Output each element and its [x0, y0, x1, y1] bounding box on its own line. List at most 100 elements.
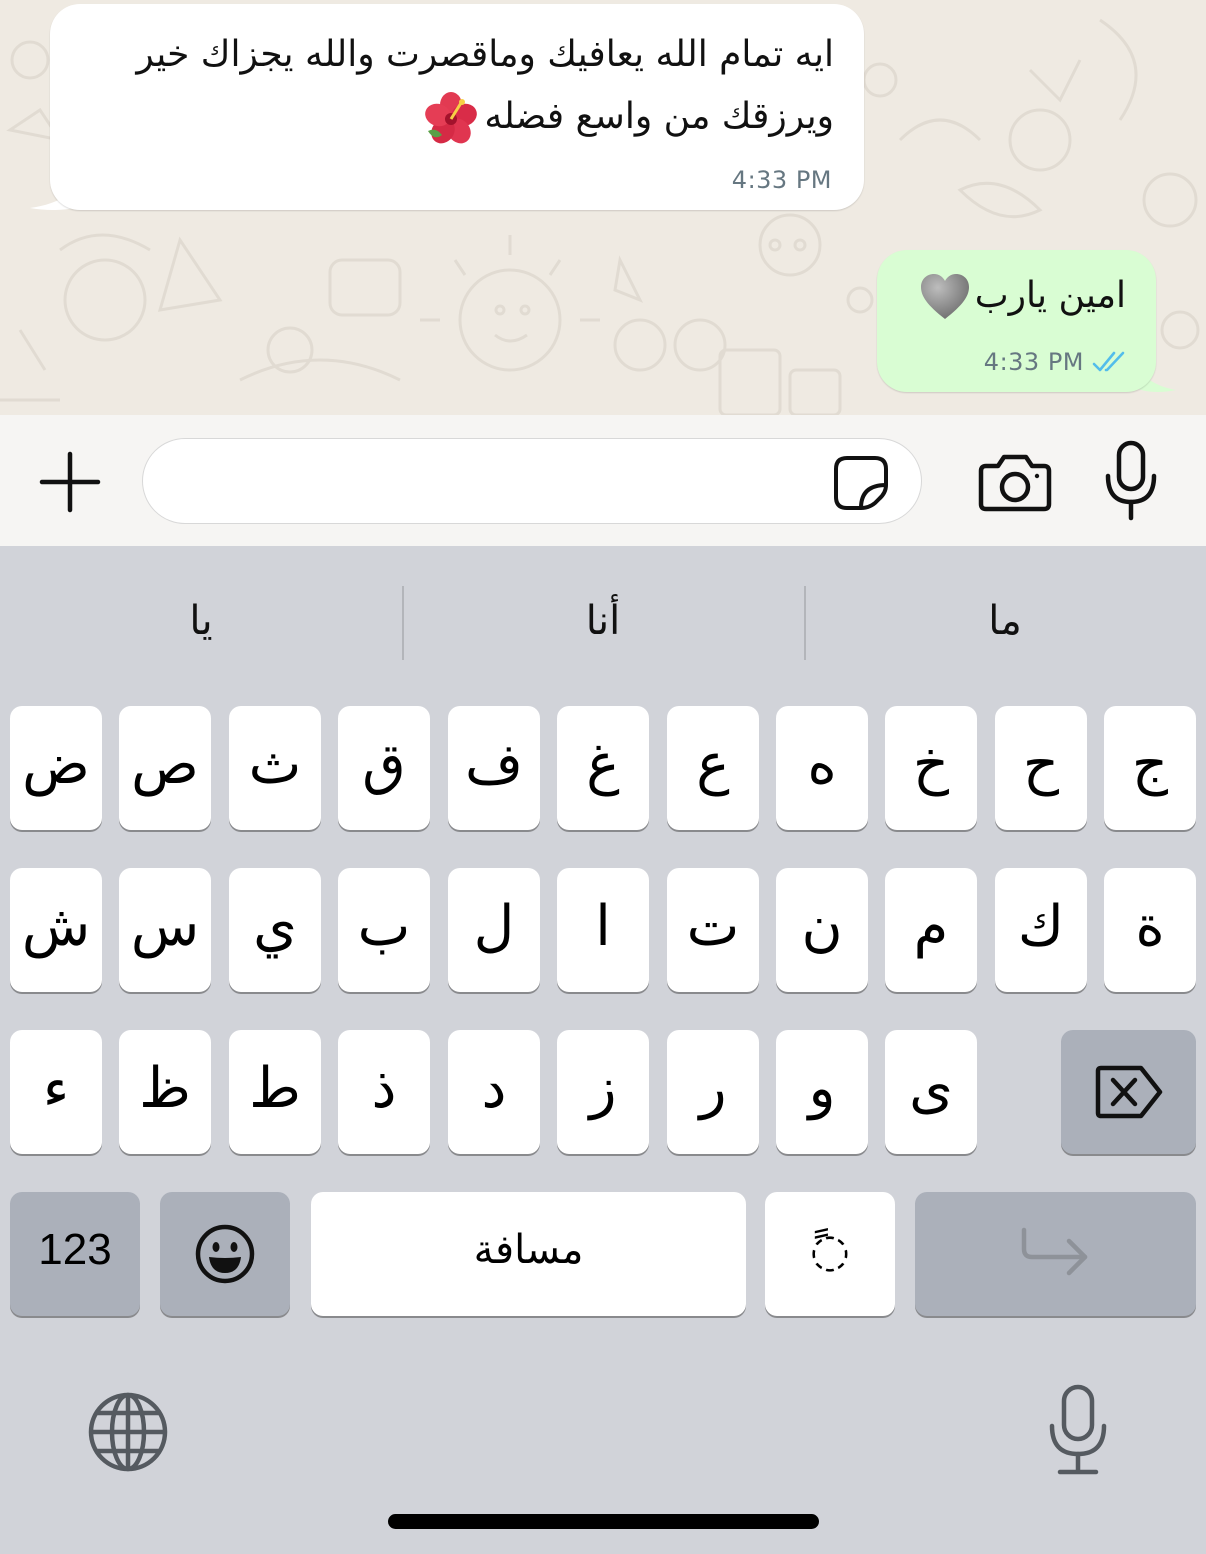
key-label: ى [909, 1055, 953, 1121]
key[interactable]: ع [667, 706, 759, 830]
incoming-message-line-1: ايه تمام الله يعافيك وماقصرت والله يجزاك… [136, 34, 834, 75]
key-label: ت [686, 893, 740, 959]
hibiscus-emoji-icon [425, 92, 478, 144]
key[interactable]: س [119, 868, 211, 992]
key[interactable]: ك [995, 868, 1087, 992]
key[interactable]: ض [10, 706, 102, 830]
key-label: ء [42, 1055, 70, 1121]
plus-icon [39, 451, 101, 513]
key[interactable]: ط [229, 1030, 321, 1154]
backspace-key[interactable] [1061, 1030, 1196, 1154]
key[interactable]: ل [448, 868, 540, 992]
key[interactable]: ء [10, 1030, 102, 1154]
key[interactable]: ث [229, 706, 321, 830]
emoji-key[interactable] [160, 1192, 290, 1316]
key-label: ث [248, 731, 302, 797]
numbers-key[interactable]: 123 [10, 1192, 140, 1316]
outgoing-message-meta: 4:33 PM [984, 348, 1128, 376]
outgoing-message-time: 4:33 PM [983, 348, 1084, 376]
key[interactable]: ج [1104, 706, 1196, 830]
key[interactable]: ظ [119, 1030, 211, 1154]
incoming-message-text: ايه تمام الله يعافيك وماقصرت والله يجزاك… [74, 24, 834, 148]
outgoing-message-text: امين يارب [974, 275, 1126, 316]
key[interactable]: ه [776, 706, 868, 830]
key-label: د [481, 1055, 507, 1121]
outgoing-message-bubble[interactable]: امين يارب 4:33 PM [877, 250, 1156, 392]
globe-icon [88, 1392, 168, 1472]
key[interactable]: ف [448, 706, 540, 830]
key-label: س [130, 893, 200, 959]
key-label: ح [1022, 731, 1060, 797]
return-key[interactable] [915, 1192, 1196, 1316]
incoming-message-line-2-wrap: ويرزقك من واسع فضله [74, 86, 834, 148]
key-label: ش [21, 893, 91, 959]
key-label: ف [464, 731, 524, 797]
arabic-keyboard: ما أنا يا ج ح خ ه ع غ ف ق ث ص ض ة ك م ن … [0, 546, 1206, 1554]
key-label: م [913, 893, 949, 959]
key-label: ج [1131, 731, 1169, 797]
key-label: ع [696, 731, 730, 797]
dictation-icon [1049, 1384, 1107, 1475]
home-indicator[interactable] [388, 1514, 819, 1529]
key[interactable]: ق [338, 706, 430, 830]
key-label: و [808, 1055, 836, 1121]
suggestion-item[interactable]: يا [0, 546, 402, 696]
key[interactable]: ذ [338, 1030, 430, 1154]
suggestion-item[interactable]: أنا [402, 546, 804, 696]
backspace-icon [1095, 1065, 1162, 1119]
key[interactable]: ص [119, 706, 211, 830]
attach-plus-button[interactable] [30, 447, 110, 517]
key[interactable]: و [776, 1030, 868, 1154]
sticker-button[interactable] [833, 455, 889, 511]
suggestion-item[interactable]: ما [804, 546, 1206, 696]
key-label: ض [22, 731, 90, 797]
key[interactable]: ح [995, 706, 1087, 830]
grey-heart-emoji-icon [920, 274, 969, 319]
key[interactable]: خ [885, 706, 977, 830]
key-label: ل [473, 893, 515, 959]
diacritic-key-label: ً◌ [809, 1223, 851, 1277]
key-label: ق [362, 731, 406, 797]
incoming-message-bubble[interactable]: ايه تمام الله يعافيك وماقصرت والله يجزاك… [50, 4, 864, 210]
key-label: ن [801, 893, 843, 959]
chat-area[interactable]: ايه تمام الله يعافيك وماقصرت والله يجزاك… [0, 0, 1206, 415]
incoming-message-time: 4:33 PM [731, 166, 832, 194]
space-key-label: مسافة [473, 1227, 584, 1273]
camera-icon [978, 454, 1052, 512]
key[interactable]: غ [557, 706, 649, 830]
sticker-icon [834, 456, 888, 510]
diacritic-key[interactable]: ً◌ [765, 1192, 895, 1316]
key-label: غ [586, 731, 620, 797]
key[interactable]: ن [776, 868, 868, 992]
key[interactable]: ب [338, 868, 430, 992]
key[interactable]: م [885, 868, 977, 992]
key[interactable]: ى [885, 1030, 977, 1154]
suggestion-divider [402, 586, 404, 660]
incoming-message-line-2: ويرزقك من واسع فضله [484, 96, 834, 137]
key[interactable]: ر [667, 1030, 759, 1154]
key[interactable]: د [448, 1030, 540, 1154]
space-key[interactable]: مسافة [311, 1192, 746, 1316]
key-label: ه [807, 731, 837, 797]
dictation-button[interactable] [1040, 1382, 1116, 1478]
key-label: ر [699, 1055, 727, 1121]
key-label: خ [912, 731, 950, 797]
read-receipt-double-check-icon [1092, 351, 1125, 372]
key[interactable]: ا [557, 868, 649, 992]
key[interactable]: ي [229, 868, 321, 992]
message-composer [0, 415, 1206, 546]
suggestion-divider [804, 586, 806, 660]
key[interactable]: ة [1104, 868, 1196, 992]
globe-button[interactable] [84, 1388, 172, 1476]
key-label: ب [357, 893, 411, 959]
message-input-field[interactable] [142, 438, 922, 524]
key[interactable]: ز [557, 1030, 649, 1154]
key-label: ا [595, 893, 611, 959]
camera-button[interactable] [975, 447, 1055, 517]
key[interactable]: ش [10, 868, 102, 992]
key[interactable]: ت [667, 868, 759, 992]
key-label: ط [249, 1055, 301, 1121]
message-input[interactable] [173, 439, 833, 523]
numbers-key-label: 123 [38, 1225, 112, 1274]
voice-message-button[interactable] [1095, 439, 1167, 523]
